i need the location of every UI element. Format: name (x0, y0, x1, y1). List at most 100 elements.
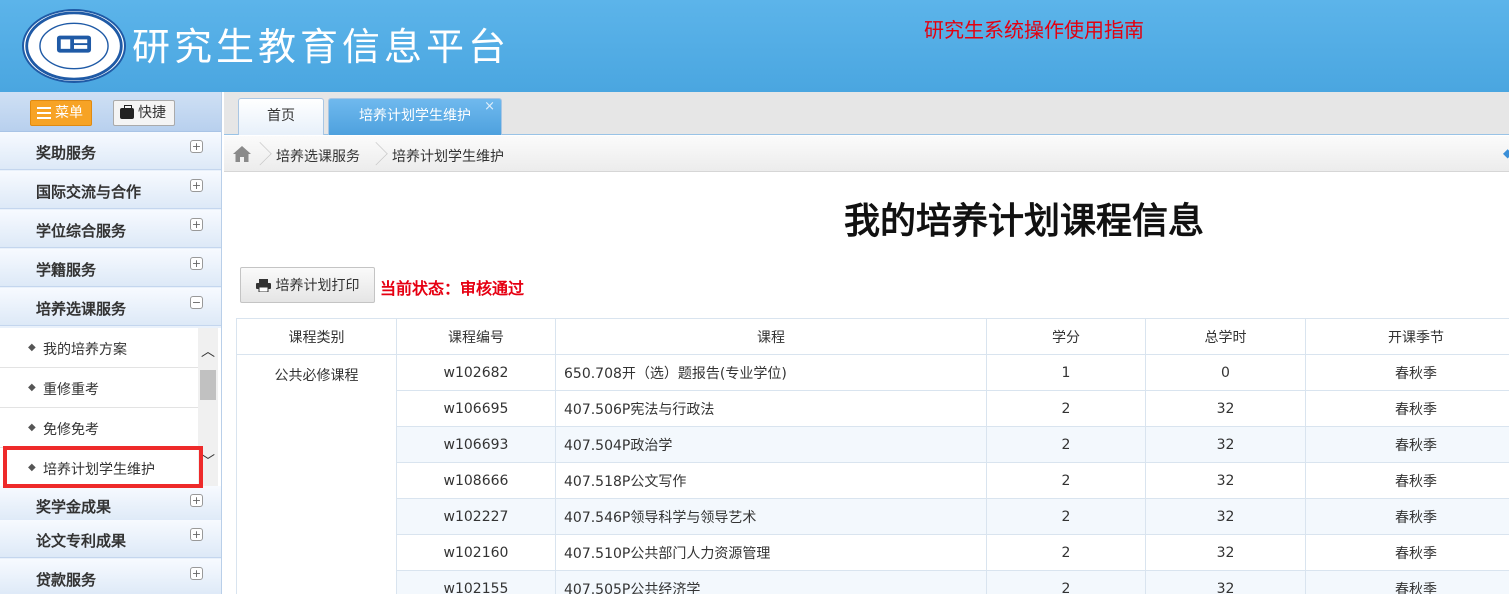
table-row: w106695 407.506P宪法与行政法 2 32 春秋季 (237, 390, 1509, 427)
sidebar-item-retake[interactable]: ◆ 重修重考 (0, 368, 198, 408)
print-plan-button[interactable]: 培养计划打印 (240, 267, 375, 303)
tab-bar: 首页 培养计划学生维护 × (224, 92, 1509, 135)
app-title: 研究生教育信息平台 (132, 25, 511, 69)
course-name-cell: 407.510P公共部门人力资源管理 (555, 534, 987, 571)
app-header: 研究生教育信息平台 研究生系统操作使用指南 (0, 0, 1509, 92)
quick-tab-label: 快捷 (138, 105, 166, 121)
sidebar-group-paper-patent[interactable]: 论文专利成果 + (0, 520, 221, 558)
printer-icon (255, 278, 271, 292)
hours-cell: 32 (1145, 390, 1306, 427)
hours-cell: 0 (1145, 354, 1306, 391)
course-name-cell: 407.504P政治学 (555, 426, 987, 463)
sidebar-group-label: 学位综合服务 (36, 222, 127, 240)
expand-icon[interactable]: + (190, 528, 203, 541)
sidebar: 菜单 快捷 奖助服务 + 国际交流与合作 + 学位综合服务 + 学籍服务 + 培… (0, 92, 222, 594)
sidebar-item-label: 免修免考 (43, 422, 99, 438)
bullet-icon: ◆ (28, 462, 36, 473)
course-name-cell: 407.518P公文写作 (555, 462, 987, 499)
credit-cell: 2 (986, 390, 1146, 427)
breadcrumb: 培养选课服务 培养计划学生维护 ◆ (224, 136, 1509, 172)
course-name-cell: 407.546P领导科学与领导艺术 (555, 498, 987, 535)
bullet-icon: ◆ (28, 382, 36, 393)
sidebar-group-enrollment[interactable]: 学籍服务 + (0, 249, 221, 287)
main-content: 首页 培养计划学生维护 × 培养选课服务 培养计划学生维护 ◆ 我的培养计划课程… (224, 92, 1509, 594)
sidebar-group-scholarship-results[interactable]: 奖学金成果 + (0, 486, 221, 524)
credit-cell: 2 (986, 498, 1146, 535)
user-guide-link[interactable]: 研究生系统操作使用指南 (924, 14, 1144, 43)
season-cell: 春秋季 (1305, 534, 1509, 571)
sidebar-group-degree[interactable]: 学位综合服务 + (0, 210, 221, 248)
status-text: 当前状态：审核通过 (380, 279, 525, 298)
course-table: 课程类别 课程编号 课程 学分 总学时 开课季节 公共必修课程 w102682 … (236, 318, 1509, 594)
university-logo (22, 9, 126, 83)
breadcrumb-item[interactable]: 培养选课服务 (276, 146, 360, 166)
column-header-hours: 总学时 (1145, 318, 1306, 355)
course-code-cell: w106693 (396, 426, 556, 463)
breadcrumb-separator (260, 136, 272, 172)
tab-plan-maintenance[interactable]: 培养计划学生维护 × (328, 98, 502, 135)
course-code-cell: w102682 (396, 354, 556, 391)
sidebar-item-exemption[interactable]: ◆ 免修免考 (0, 408, 198, 448)
course-name-cell: 650.708开（选）题报告(专业学位) (555, 354, 987, 391)
sidebar-item-plan-maintenance[interactable]: ◆ 培养计划学生维护 (0, 448, 198, 488)
sidebar-item-label: 我的培养方案 (43, 342, 127, 358)
hours-cell: 32 (1145, 570, 1306, 594)
sidebar-group-label: 奖助服务 (36, 144, 97, 162)
table-row: w102227 407.546P领导科学与领导艺术 2 32 春秋季 (237, 498, 1509, 535)
breadcrumb-item[interactable]: 培养计划学生维护 (392, 146, 504, 166)
season-cell: 春秋季 (1305, 426, 1509, 463)
table-row: 公共必修课程 w102682 650.708开（选）题报告(专业学位) 1 0 … (236, 354, 1509, 594)
expand-icon[interactable]: + (190, 494, 203, 507)
sidebar-group-label: 贷款服务 (36, 571, 97, 589)
table-row: w106693 407.504P政治学 2 32 春秋季 (237, 426, 1509, 463)
expand-icon[interactable]: + (190, 179, 203, 192)
season-cell: 春秋季 (1305, 498, 1509, 535)
table-row: w108666 407.518P公文写作 2 32 春秋季 (237, 462, 1509, 499)
course-name-cell: 407.506P宪法与行政法 (555, 390, 987, 427)
quick-tab[interactable]: 快捷 (113, 100, 175, 126)
course-code-cell: w102155 (396, 570, 556, 594)
bullet-icon: ◆ (28, 342, 36, 353)
collapse-icon[interactable]: − (190, 296, 203, 309)
submenu-scrollbar[interactable]: ︿ ﹀ (198, 328, 218, 486)
expand-icon[interactable]: + (190, 257, 203, 270)
season-cell: 春秋季 (1305, 462, 1509, 499)
sidebar-group-label: 国际交流与合作 (36, 183, 142, 201)
menu-tab[interactable]: 菜单 (30, 100, 92, 126)
print-button-label: 培养计划打印 (275, 278, 360, 294)
sidebar-group-label: 培养选课服务 (36, 300, 127, 318)
page-title: 我的培养计划课程信息 (843, 201, 1204, 242)
expand-icon[interactable]: + (190, 140, 203, 153)
scroll-down-icon[interactable]: ﹀ (198, 452, 218, 472)
sidebar-group-label: 论文专利成果 (36, 532, 127, 550)
course-name-cell: 407.505P公共经济学 (555, 570, 987, 594)
scroll-up-icon[interactable]: ︿ (198, 342, 218, 362)
tab-home[interactable]: 首页 (238, 98, 324, 135)
sidebar-item-my-plan[interactable]: ◆ 我的培养方案 (0, 328, 198, 368)
column-header-code: 课程编号 (396, 318, 556, 355)
season-cell: 春秋季 (1305, 570, 1509, 594)
sidebar-group-loan[interactable]: 贷款服务 + (0, 559, 221, 594)
menu-tab-label: 菜单 (55, 105, 83, 121)
credit-cell: 2 (986, 426, 1146, 463)
sidebar-group-label: 奖学金成果 (36, 498, 112, 516)
hours-cell: 32 (1145, 498, 1306, 535)
sidebar-group-course-selection[interactable]: 培养选课服务 − (0, 288, 221, 326)
season-cell: 春秋季 (1305, 354, 1509, 391)
scroll-thumb[interactable] (200, 370, 216, 400)
close-icon[interactable]: × (484, 90, 495, 124)
category-cell: 公共必修课程 (236, 354, 397, 594)
credit-cell: 1 (986, 354, 1146, 391)
credit-cell: 2 (986, 534, 1146, 571)
sidebar-group-award-aid[interactable]: 奖助服务 + (0, 132, 221, 170)
breadcrumb-overflow-icon[interactable]: ◆ (1503, 146, 1509, 162)
sidebar-group-label: 学籍服务 (36, 261, 97, 279)
expand-icon[interactable]: + (190, 567, 203, 580)
column-header-season: 开课季节 (1305, 318, 1509, 355)
sidebar-submenu: ◆ 我的培养方案 ◆ 重修重考 ◆ 免修免考 ◆ 培养计划学生维护 (0, 328, 221, 488)
sidebar-item-label: 重修重考 (43, 382, 99, 398)
course-code-cell: w102227 (396, 498, 556, 535)
sidebar-group-international[interactable]: 国际交流与合作 + (0, 171, 221, 209)
hours-cell: 32 (1145, 426, 1306, 463)
expand-icon[interactable]: + (190, 218, 203, 231)
